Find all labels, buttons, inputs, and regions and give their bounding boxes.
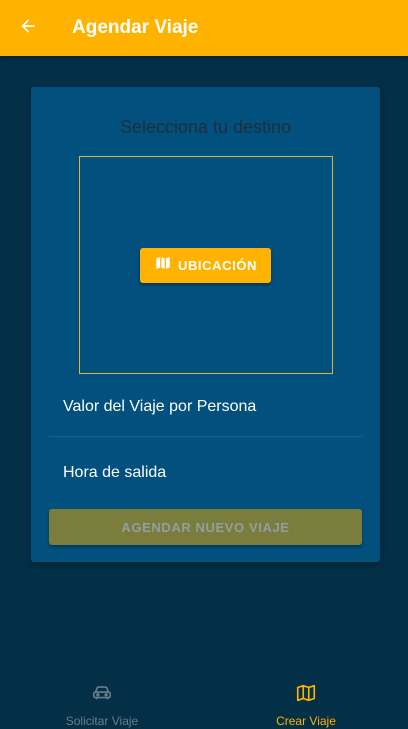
page-title: Agendar Viaje (72, 17, 199, 38)
trip-form-card: Selecciona tu destino UBICACIÓN Valor de… (31, 87, 380, 562)
price-per-person-field[interactable]: Valor del Viaje por Persona (49, 384, 363, 437)
back-button[interactable] (0, 0, 56, 56)
departure-time-label: Hora de salida (63, 464, 167, 481)
app-bar: Agendar Viaje (0, 0, 408, 56)
location-button[interactable]: UBICACIÓN (140, 248, 271, 283)
bottom-navigation: Solicitar Viaje Crear Viaje (0, 672, 408, 729)
location-button-label: UBICACIÓN (177, 258, 258, 273)
nav-item-solicitar-viaje[interactable]: Solicitar Viaje (0, 672, 204, 729)
map-icon (295, 682, 317, 709)
schedule-trip-button-label: AGENDAR NUEVO VIAJE (121, 519, 290, 535)
price-per-person-label: Valor del Viaje por Persona (63, 398, 257, 415)
schedule-trip-button[interactable]: AGENDAR NUEVO VIAJE (49, 509, 362, 545)
map-icon (154, 254, 172, 277)
nav-label-crear-viaje: Crear Viaje (276, 714, 336, 728)
destination-map-area: UBICACIÓN (79, 156, 333, 374)
arrow-left-icon (18, 16, 38, 41)
nav-item-crear-viaje[interactable]: Crear Viaje (204, 672, 408, 729)
departure-time-field[interactable]: Hora de salida (49, 450, 363, 502)
destination-heading: Selecciona tu destino (119, 117, 292, 137)
nav-label-solicitar-viaje: Solicitar Viaje (65, 714, 139, 728)
car-icon (91, 682, 113, 709)
